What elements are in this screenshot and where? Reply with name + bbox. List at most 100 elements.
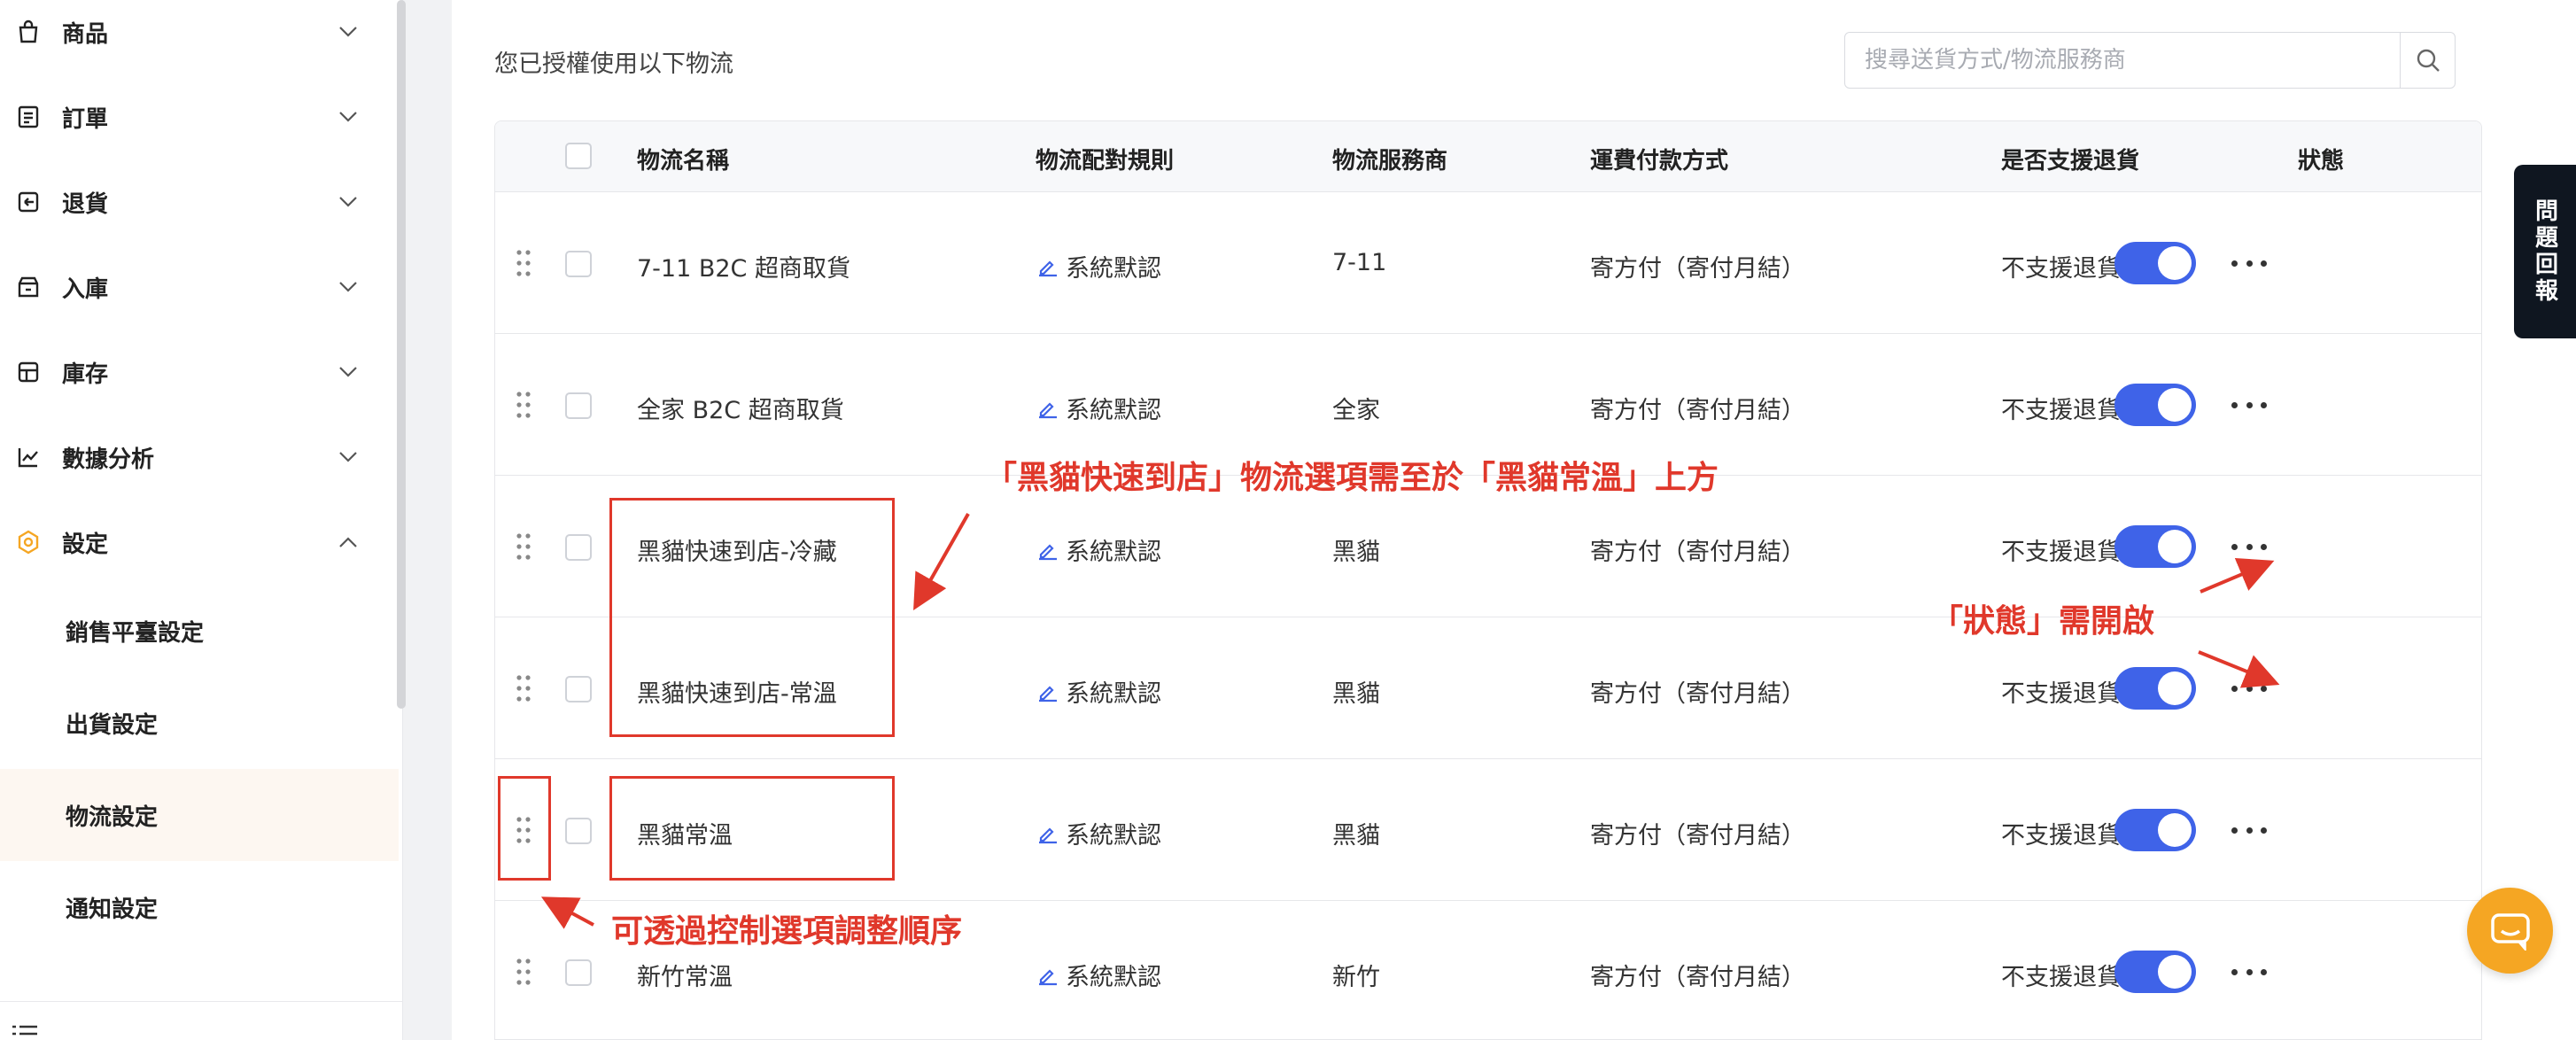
annotation-box-drag-handle bbox=[498, 776, 551, 881]
search-button[interactable] bbox=[2400, 33, 2455, 88]
settings-hex-icon bbox=[14, 528, 43, 556]
returns-support: 不支援退貨 bbox=[2001, 255, 2121, 283]
sidebar-item-analytics[interactable]: 數據分析 bbox=[0, 415, 390, 500]
more-actions-icon[interactable] bbox=[2231, 959, 2267, 984]
annotation-box-fast-delivery bbox=[609, 498, 895, 737]
page-intro: 您已授權使用以下物流 bbox=[494, 50, 733, 78]
matching-rule-label: 系統默認 bbox=[1066, 822, 1161, 850]
row-checkbox[interactable] bbox=[565, 676, 592, 702]
matching-rule-link[interactable]: 系統默認 bbox=[1037, 674, 1161, 709]
chevron-down-icon bbox=[337, 361, 360, 384]
provider: 7-11 bbox=[1332, 249, 1387, 276]
annotation-box-standard bbox=[609, 776, 895, 881]
toggle-knob bbox=[2158, 246, 2192, 280]
sidebar: 商品 訂單 退貨 入庫 庫存 數據分析 設定 銷售平臺設定 出貨設定 物流設定 … bbox=[0, 0, 406, 1040]
toggle-knob bbox=[2158, 813, 2192, 847]
drag-handle-icon[interactable] bbox=[515, 674, 532, 702]
toggle-knob bbox=[2158, 671, 2192, 705]
sidebar-item-label: 入庫 bbox=[62, 276, 109, 303]
chevron-down-icon bbox=[337, 276, 360, 299]
status-toggle[interactable] bbox=[2114, 384, 2196, 426]
provider: 新竹 bbox=[1332, 964, 1380, 991]
more-actions-icon[interactable] bbox=[2231, 251, 2267, 276]
matching-rule-label: 系統默認 bbox=[1066, 397, 1161, 424]
payment-method: 寄方付（寄付月結） bbox=[1590, 964, 1805, 991]
sidebar-subitem-logistics[interactable]: 物流設定 bbox=[0, 769, 399, 861]
row-checkbox[interactable] bbox=[565, 959, 592, 986]
chat-button[interactable] bbox=[2467, 888, 2553, 974]
matching-rule-link[interactable]: 系統默認 bbox=[1037, 391, 1161, 425]
matching-rule-link[interactable]: 系統默認 bbox=[1037, 532, 1161, 567]
inventory-icon bbox=[14, 358, 43, 386]
sidebar-item-inventory[interactable]: 庫存 bbox=[0, 330, 390, 415]
sidebar-item-orders[interactable]: 訂單 bbox=[0, 74, 390, 159]
payment-method: 寄方付（寄付月結） bbox=[1590, 539, 1805, 566]
sidebar-item-products[interactable]: 商品 bbox=[0, 0, 390, 74]
column-header-rule: 物流配對規則 bbox=[1036, 148, 1175, 175]
matching-rule-link[interactable]: 系統默認 bbox=[1037, 249, 1161, 283]
logistics-name: 7-11 B2C 超商取貨 bbox=[637, 255, 850, 283]
more-actions-icon[interactable] bbox=[2231, 676, 2267, 701]
sidebar-item-settings[interactable]: 設定 bbox=[0, 500, 390, 585]
table-row: 7-11 B2C 超商取貨 系統默認 7-11 寄方付（寄付月結） 不支援退貨 bbox=[495, 192, 2481, 334]
select-all-checkbox[interactable] bbox=[565, 143, 592, 169]
payment-method: 寄方付（寄付月結） bbox=[1590, 397, 1805, 424]
more-actions-icon[interactable] bbox=[2231, 818, 2267, 842]
sidebar-item-inbound[interactable]: 入庫 bbox=[0, 244, 390, 330]
chevron-up-icon bbox=[337, 531, 360, 554]
search-icon bbox=[2417, 49, 2440, 72]
chat-icon bbox=[2490, 912, 2530, 951]
column-header-returns: 是否支援退貨 bbox=[2001, 148, 2140, 175]
matching-rule-link[interactable]: 系統默認 bbox=[1037, 816, 1161, 850]
more-actions-icon[interactable] bbox=[2231, 534, 2267, 559]
drag-handle-icon[interactable] bbox=[515, 958, 532, 986]
status-toggle[interactable] bbox=[2114, 525, 2196, 568]
more-actions-icon[interactable] bbox=[2231, 392, 2267, 417]
feedback-tab[interactable]: 問題回報 bbox=[2514, 165, 2576, 338]
sidebar-subitem-label: 通知設定 bbox=[66, 896, 159, 923]
drag-handle-icon[interactable] bbox=[515, 391, 532, 419]
chevron-down-icon bbox=[337, 446, 360, 469]
search-input[interactable] bbox=[1845, 34, 2386, 87]
sidebar-item-returns[interactable]: 退貨 bbox=[0, 159, 390, 244]
sidebar-subitem-notifications[interactable]: 通知設定 bbox=[0, 861, 399, 953]
provider: 全家 bbox=[1332, 397, 1380, 424]
returns-support: 不支援退貨 bbox=[2001, 822, 2121, 850]
annotation-drag-note: 可透過控制選項調整順序 bbox=[611, 913, 963, 950]
collapse-menu-icon[interactable] bbox=[11, 1023, 39, 1040]
edit-icon bbox=[1039, 260, 1057, 276]
matching-rule-label: 系統默認 bbox=[1066, 964, 1161, 991]
sidebar-subitem-sales-platform[interactable]: 銷售平臺設定 bbox=[0, 585, 399, 677]
drag-handle-icon[interactable] bbox=[515, 532, 532, 561]
payment-method: 寄方付（寄付月結） bbox=[1590, 255, 1805, 283]
status-toggle[interactable] bbox=[2114, 951, 2196, 993]
column-header-name: 物流名稱 bbox=[637, 148, 730, 175]
row-checkbox[interactable] bbox=[565, 534, 592, 561]
annotation-status-note: 「狀態」需開啟 bbox=[1931, 603, 2155, 640]
row-checkbox[interactable] bbox=[565, 392, 592, 419]
drag-handle-icon[interactable] bbox=[515, 249, 532, 277]
chevron-down-icon bbox=[337, 190, 360, 213]
row-checkbox[interactable] bbox=[565, 818, 592, 844]
sidebar-subitem-shipping[interactable]: 出貨設定 bbox=[0, 677, 399, 769]
toggle-knob bbox=[2158, 955, 2192, 989]
matching-rule-link[interactable]: 系統默認 bbox=[1037, 958, 1161, 992]
status-toggle[interactable] bbox=[2114, 809, 2196, 851]
return-icon bbox=[14, 188, 43, 216]
row-checkbox[interactable] bbox=[565, 251, 592, 277]
edit-icon bbox=[1039, 401, 1057, 418]
status-toggle[interactable] bbox=[2114, 667, 2196, 710]
sidebar-item-label: 設定 bbox=[62, 531, 109, 558]
toggle-knob bbox=[2158, 388, 2192, 422]
returns-support: 不支援退貨 bbox=[2001, 397, 2121, 424]
provider: 黑貓 bbox=[1332, 680, 1380, 708]
sidebar-subitem-label: 銷售平臺設定 bbox=[66, 619, 205, 647]
status-toggle[interactable] bbox=[2114, 242, 2196, 284]
provider: 黑貓 bbox=[1332, 539, 1380, 566]
matching-rule-label: 系統默認 bbox=[1066, 539, 1161, 566]
sidebar-footer bbox=[0, 1001, 403, 1040]
sidebar-item-label: 退貨 bbox=[62, 190, 109, 218]
chevron-down-icon bbox=[337, 20, 360, 43]
order-list-icon bbox=[14, 103, 43, 131]
returns-support: 不支援退貨 bbox=[2001, 539, 2121, 566]
